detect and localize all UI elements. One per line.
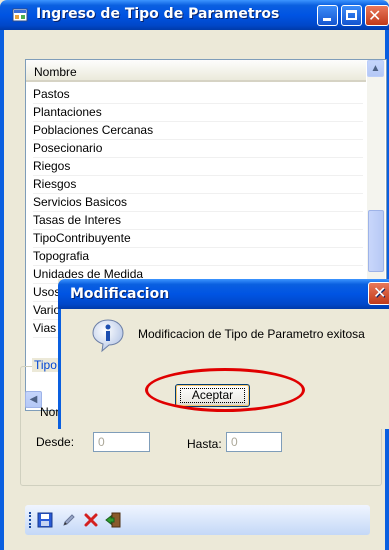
delete-icon[interactable] bbox=[83, 512, 99, 528]
list-item[interactable]: Riesgos bbox=[33, 176, 363, 194]
from-label: Desde: bbox=[36, 435, 75, 449]
dialog-title: Modificacion bbox=[70, 286, 170, 302]
edit-icon[interactable] bbox=[61, 512, 77, 528]
column-header-label: Nombre bbox=[34, 65, 77, 79]
toolbar bbox=[25, 505, 370, 535]
list-item[interactable]: TipoContribuyente bbox=[33, 230, 363, 248]
toolbar-grip[interactable] bbox=[29, 512, 34, 528]
to-field[interactable]: 0 bbox=[226, 432, 282, 452]
from-field[interactable]: 0 bbox=[93, 432, 150, 452]
window-title: Ingreso de Tipo de Parametros bbox=[36, 6, 280, 22]
list-item[interactable]: Servicios Basicos bbox=[33, 194, 363, 212]
window-frame-left bbox=[0, 30, 4, 550]
main-window: Ingreso de Tipo de Parametros ✕ Nombre P… bbox=[0, 0, 389, 550]
list-item[interactable]: Tasas de Interes bbox=[33, 212, 363, 230]
to-label: Hasta: bbox=[187, 437, 222, 451]
info-icon bbox=[92, 319, 124, 353]
close-icon: ✕ bbox=[368, 6, 382, 25]
name-label: Nor bbox=[40, 405, 60, 419]
exit-icon[interactable] bbox=[105, 512, 121, 528]
minimize-button[interactable] bbox=[317, 5, 338, 26]
list-item[interactable]: Plantaciones bbox=[33, 104, 363, 122]
close-button[interactable]: ✕ bbox=[365, 5, 389, 26]
list-item[interactable]: Pastos bbox=[33, 86, 363, 104]
chevron-up-icon: ▲ bbox=[370, 63, 381, 74]
annotation-ellipse bbox=[145, 368, 305, 412]
list-item[interactable]: Riegos bbox=[33, 158, 363, 176]
minimize-icon bbox=[323, 18, 331, 21]
title-bar[interactable]: Ingreso de Tipo de Parametros ✕ bbox=[0, 0, 389, 30]
column-header-nombre[interactable]: Nombre bbox=[26, 60, 366, 82]
list-item[interactable]: Topografia bbox=[33, 248, 363, 266]
scroll-thumb[interactable] bbox=[368, 210, 384, 272]
list-item[interactable]: Poblaciones Cercanas bbox=[33, 122, 363, 140]
dialog-title-bar[interactable]: Modificacion ✕ bbox=[58, 279, 389, 309]
save-icon[interactable] bbox=[37, 512, 53, 528]
list-item[interactable]: Posecionario bbox=[33, 140, 363, 158]
scroll-up-button[interactable]: ▲ bbox=[367, 60, 384, 77]
dialog-message: Modificacion de Tipo de Parametro exitos… bbox=[138, 327, 365, 341]
close-icon: ✕ bbox=[373, 283, 387, 302]
app-icon bbox=[12, 8, 28, 22]
dialog-close-button[interactable]: ✕ bbox=[368, 282, 389, 305]
maximize-button[interactable] bbox=[341, 5, 362, 26]
dialog-frame-left bbox=[58, 309, 61, 429]
groupbox-title: Tipo bbox=[32, 358, 59, 372]
maximize-icon bbox=[346, 10, 357, 20]
